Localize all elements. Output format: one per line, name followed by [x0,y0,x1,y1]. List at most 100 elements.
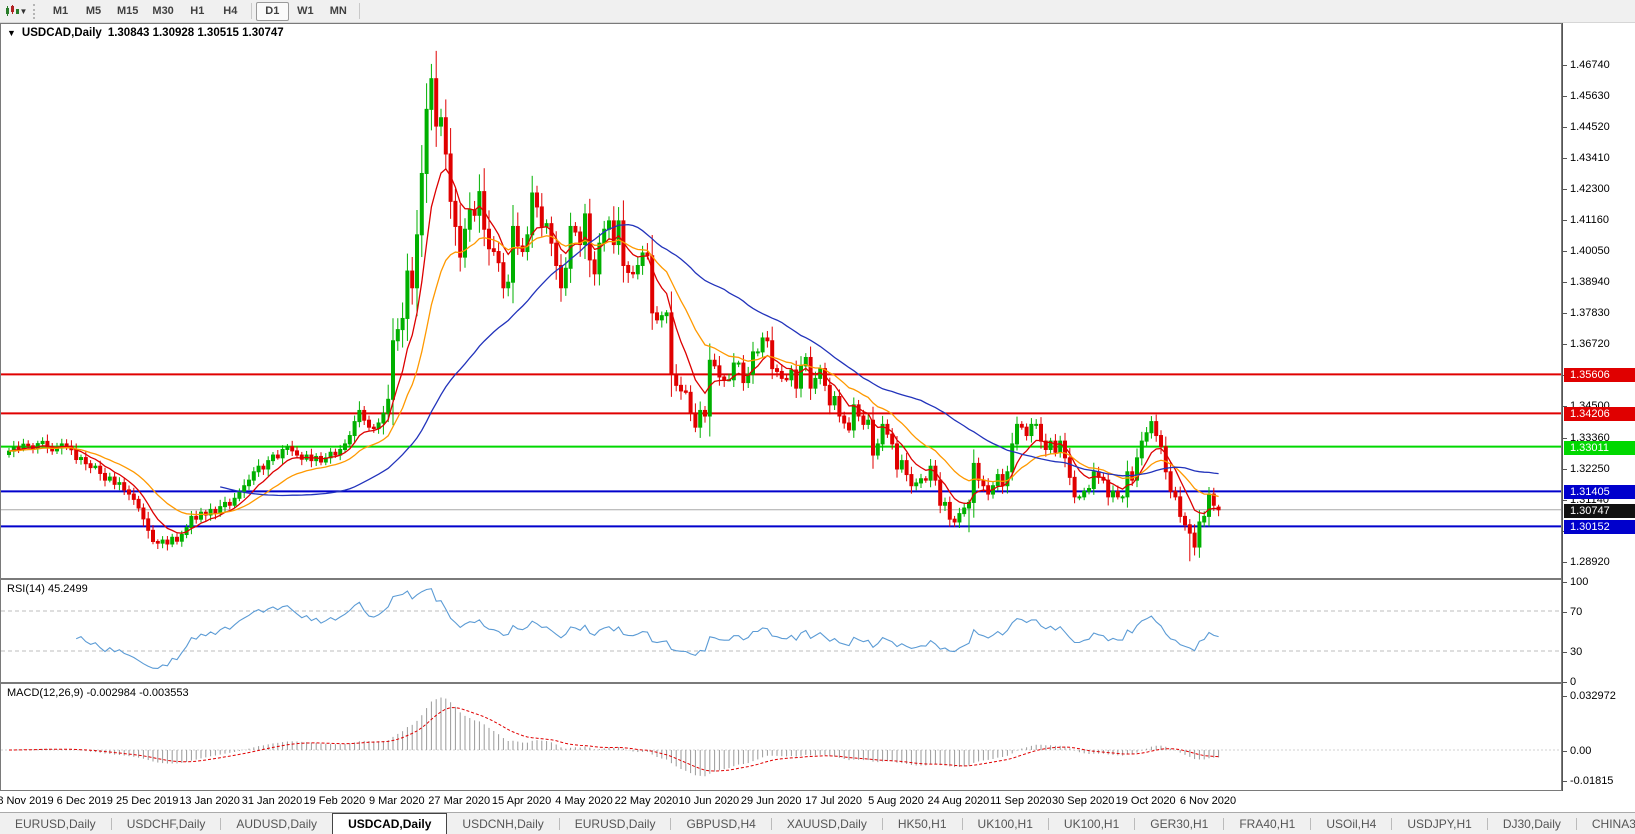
timeframe-button-m15[interactable]: M15 [110,2,145,21]
tab-gbpusd-h4[interactable]: GBPUSD,H4 [671,813,770,834]
rsi-axis-tick: 100 [1570,576,1588,588]
candle-body [785,378,788,379]
date-axis-label: 10 Jun 2020 [679,795,740,807]
candle-body [1059,441,1062,452]
axis-tick-mark [1563,313,1567,314]
tab-usoil-h4[interactable]: USOil,H4 [1311,813,1391,834]
candle-body [718,366,721,377]
candle-body [396,330,399,341]
date-axis-label: 4 May 2020 [555,795,612,807]
tab-uk100-h1[interactable]: UK100,H1 [1049,813,1134,834]
candle-body [560,265,563,287]
price-axis-tick: 1.38940 [1570,276,1610,288]
candle-body [1083,491,1086,497]
candle-body [843,416,846,423]
timeframe-button-mn[interactable]: MN [322,2,355,21]
tab-fra40-h1[interactable]: FRA40,H1 [1224,813,1310,834]
candle-body [123,483,126,490]
candle-body [464,229,467,257]
tab-usdjpy-h1[interactable]: USDJPY,H1 [1392,813,1486,834]
candle-body [1140,441,1143,458]
timeframe-button-h4[interactable]: H4 [214,2,247,21]
timeframe-button-m1[interactable]: M1 [44,2,77,21]
tab-usdcnh-daily[interactable]: USDCNH,Daily [447,813,558,834]
timeframe-button-d1[interactable]: D1 [256,2,289,21]
candle-body [588,214,591,260]
price-axis-tick: 1.37830 [1570,307,1610,319]
macd-chart[interactable] [1,684,1561,790]
candlestick-chart[interactable] [1,24,1561,578]
tab-eurusd-daily[interactable]: EURUSD,Daily [560,813,671,834]
tab-china300-h1[interactable]: CHINA300,H1 [1577,813,1635,834]
candle-body [1174,491,1177,497]
candle-body [852,405,855,430]
candle-body [502,263,505,288]
top-toolbar: ▼ M1M5M15M30H1H4 D1W1MN [0,0,1635,23]
candle-body [900,461,903,469]
candle-body [857,405,860,416]
candle-body [910,475,913,486]
tab-eurusd-daily[interactable]: EURUSD,Daily [0,813,111,834]
title-caret-icon[interactable]: ▼ [7,28,16,38]
candle-body [766,338,769,341]
candle-body [1068,458,1071,478]
candle-body [670,313,673,374]
time-axis[interactable]: 18 Nov 20196 Dec 201925 Dec 201913 Jan 2… [0,791,1635,812]
macd-pane[interactable]: MACD(12,26,9) -0.002984 -0.003553 [0,683,1562,791]
candle-body [128,490,131,494]
price-pane[interactable]: ▼ USDCAD,Daily 1.30843 1.30928 1.30515 1… [0,23,1562,579]
candle-body [454,201,457,226]
candle-body [833,397,836,405]
rsi-chart[interactable] [1,580,1561,682]
candle-body [80,458,83,460]
tab-dj30-daily[interactable]: DJ30,Daily [1488,813,1576,834]
candle-body [224,502,227,506]
date-axis-label: 30 Sep 2020 [1052,795,1114,807]
candle-body [800,366,803,388]
price-axis-tick: 1.41160 [1570,214,1609,226]
candle-body [420,173,423,234]
candle-body [1188,525,1191,533]
date-axis-label: 29 Jun 2020 [741,795,802,807]
candle-body [75,450,78,460]
candle-body [848,423,851,430]
tab-usdcad-daily[interactable]: USDCAD,Daily [332,813,447,834]
timeframe-button-m30[interactable]: M30 [145,2,180,21]
price-axis[interactable]: 1.467401.456301.445201.434101.423001.411… [1562,23,1635,791]
timeframe-button-w1[interactable]: W1 [289,2,322,21]
candle-body [104,473,107,480]
candle-body [977,463,980,480]
tab-hk50-h1[interactable]: HK50,H1 [883,813,962,834]
candle-body [358,410,361,421]
toolbar-grip[interactable] [33,4,38,19]
candle-body [468,210,471,230]
candle-body [1020,424,1023,427]
tab-usdchf-daily[interactable]: USDCHF,Daily [112,813,221,834]
date-axis-label: 6 Dec 2019 [57,795,113,807]
candle-body [166,540,169,544]
rsi-axis-tick: 0 [1570,676,1576,688]
axis-tick-mark [1563,612,1567,613]
candle-body [1035,424,1038,425]
candle-body [905,461,908,475]
candle-body [627,265,630,272]
tab-xauusd-daily[interactable]: XAUUSD,Daily [772,813,882,834]
timeframe-button-m5[interactable]: M5 [77,2,110,21]
candle-body [507,282,510,288]
tab-uk100-h1[interactable]: UK100,H1 [963,813,1048,834]
candle-body [550,224,553,244]
candle-body [1116,491,1119,497]
price-badge-1.35606: 1.35606 [1564,368,1635,382]
tab-ger30-h1[interactable]: GER30,H1 [1135,813,1223,834]
timeframe-button-h1[interactable]: H1 [181,2,214,21]
tab-audusd-daily[interactable]: AUDUSD,Daily [221,813,332,834]
candle-body [915,483,918,486]
rsi-pane[interactable]: RSI(14) 45.2499 [0,579,1562,683]
macd-label: MACD(12,26,9) -0.002984 -0.003553 [7,687,189,699]
macd-axis-tick: 0.032972 [1570,690,1616,702]
chart-mode-icon[interactable]: ▼ [3,2,29,21]
price-axis-tick: 1.43410 [1570,152,1610,164]
candle-body [641,253,644,266]
price-badge-1.31405: 1.31405 [1564,485,1635,499]
candle-body [276,455,279,458]
